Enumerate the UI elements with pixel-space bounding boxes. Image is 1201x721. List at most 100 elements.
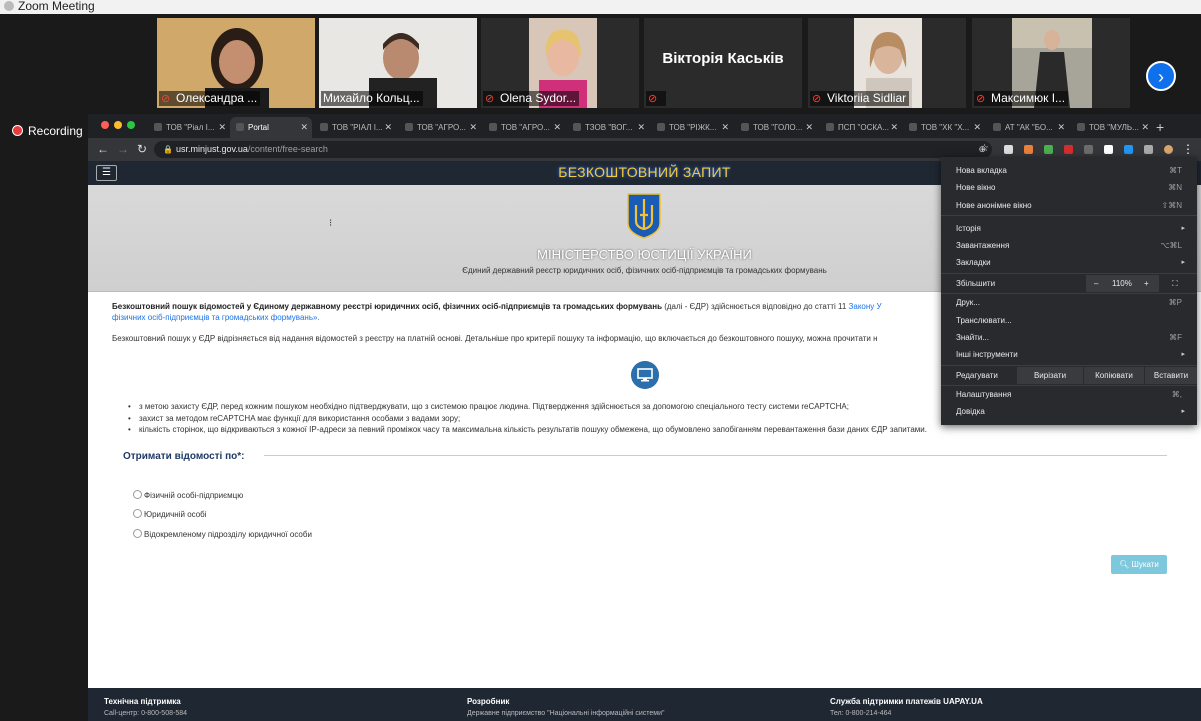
url-input[interactable]: 🔒 usr.minjust.gov.ua/content/free-search… xyxy=(154,141,992,158)
browser-tab[interactable]: ТОВ "ГОЛО... ✕ xyxy=(735,117,817,138)
info-paragraph: Безкоштовний пошук у ЄДР відрізняється в… xyxy=(112,334,878,343)
browser-tab[interactable]: ТЗОВ "ВОГ... ✕ xyxy=(567,117,649,138)
participant-tile[interactable]: ⊘ Viktoriia Sidliar xyxy=(808,18,966,108)
list-item: з метою захисту ЄДР, перед кожним пошуко… xyxy=(128,401,927,413)
mic-muted-icon: ⊘ xyxy=(812,93,822,105)
menu-settings[interactable]: Налаштування ⌘, xyxy=(941,386,1197,403)
close-tab-icon[interactable]: ✕ xyxy=(469,117,477,138)
close-tab-icon[interactable]: ✕ xyxy=(805,117,813,138)
zoom-title-text: Zoom Meeting xyxy=(18,0,95,13)
cut-button[interactable]: Вирізати xyxy=(1017,367,1083,384)
participant-name: Михайло Кольц... xyxy=(321,91,423,106)
lock-icon: 🔒 xyxy=(163,145,173,154)
participant-tile-no-video[interactable]: Вікторія Каськів ⊘ xyxy=(644,18,802,108)
mic-muted-icon: ⊘ xyxy=(648,93,658,105)
browser-tab[interactable]: ТОВ "АГРО... ✕ xyxy=(483,117,565,138)
extension-icon[interactable] xyxy=(1024,145,1033,154)
profile-avatar[interactable] xyxy=(1164,145,1173,154)
close-tab-icon[interactable]: ✕ xyxy=(384,117,392,138)
fullscreen-icon[interactable]: ⛶ xyxy=(1172,275,1178,292)
menu-print[interactable]: Друк... ⌘P xyxy=(941,294,1197,311)
browser-tab[interactable]: АТ "АК "БО... ✕ xyxy=(987,117,1069,138)
list-item: кількість сторінок, що відкриваються з к… xyxy=(128,424,927,436)
next-page-arrow-icon[interactable]: › xyxy=(1146,61,1176,91)
browser-tab[interactable]: ТОВ "РІЖК... ✕ xyxy=(651,117,733,138)
participant-tile[interactable]: ⊘ Олександра ... xyxy=(157,18,315,108)
close-tab-icon[interactable]: ✕ xyxy=(1057,117,1065,138)
zoom-in-button[interactable]: + xyxy=(1144,275,1149,292)
tab-active[interactable]: Portal ✕ xyxy=(230,117,312,138)
close-tab-icon[interactable]: ✕ xyxy=(300,117,308,138)
back-arrow-icon[interactable]: ← xyxy=(97,142,109,156)
menu-cast[interactable]: Транслювати... xyxy=(941,312,1197,329)
participant-name: ⊘ Viktoriia Sidliar xyxy=(810,91,910,106)
new-tab-plus-icon[interactable]: + xyxy=(1156,117,1164,137)
close-tab-icon[interactable]: ✕ xyxy=(721,117,729,138)
participant-tile[interactable]: ⊘ Максимюк І... xyxy=(972,18,1130,108)
participant-name: ⊘ Максимюк І... xyxy=(974,91,1069,106)
favicon-icon xyxy=(489,123,497,131)
favicon-icon xyxy=(405,123,413,131)
forward-arrow-icon[interactable]: → xyxy=(117,142,129,156)
menu-find[interactable]: Знайти... ⌘F xyxy=(941,329,1197,346)
close-tab-icon[interactable]: ✕ xyxy=(890,117,898,138)
browser-tab[interactable]: ТОВ "ХК "Х... ✕ xyxy=(903,117,985,138)
radio-separate-division[interactable]: Відокремленому підрозділу юридичної особ… xyxy=(133,529,312,539)
reload-icon[interactable]: ↻ xyxy=(137,142,147,156)
close-tab-icon[interactable]: ✕ xyxy=(218,117,226,138)
favicon-icon xyxy=(573,123,581,131)
law-link-continued[interactable]: фізичних осіб-підприємців та громадських… xyxy=(112,313,320,322)
participant-tile[interactable]: ⊘ Olena Sydor... xyxy=(481,18,639,108)
recording-dot-icon xyxy=(12,125,23,136)
favicon-icon xyxy=(741,123,749,131)
extension-icon[interactable] xyxy=(1004,145,1013,154)
close-tab-icon[interactable]: ✕ xyxy=(973,117,981,138)
paste-button[interactable]: Вставити xyxy=(1145,367,1197,384)
zoom-out-button[interactable]: – xyxy=(1094,275,1098,292)
menu-zoom-row: Збільшити – 110% + ⛶ xyxy=(941,275,1197,292)
radio-circle[interactable] xyxy=(133,490,142,499)
menu-downloads[interactable]: Завантаження ⌥⌘L xyxy=(941,237,1197,254)
extension-icon[interactable] xyxy=(1044,145,1053,154)
bookmark-star-icon[interactable]: ☆ xyxy=(980,142,989,156)
close-tab-icon[interactable]: ✕ xyxy=(553,117,561,138)
participant-tile-active[interactable]: Михайло Кольц... xyxy=(319,18,477,108)
copy-button[interactable]: Копіювати xyxy=(1084,367,1144,384)
extension-icon[interactable] xyxy=(1124,145,1133,154)
radio-legal-entity[interactable]: Юридичній особі xyxy=(133,509,207,519)
menu-new-tab[interactable]: Нова вкладка ⌘T xyxy=(941,162,1197,179)
radio-circle[interactable] xyxy=(133,509,142,518)
tab-label: ТЗОВ "ВОГ... xyxy=(585,123,633,132)
extension-icon[interactable] xyxy=(1104,145,1113,154)
tab-label: ТОВ "РІЖК... xyxy=(669,123,717,132)
menu-more-tools[interactable]: Інші інструменти ▸ xyxy=(941,346,1197,363)
browser-tab[interactable]: ТОВ "МУЛЬ... ✕ xyxy=(1071,117,1153,138)
radio-individual-entrepreneur[interactable]: Фізичній особі-підприємцю xyxy=(133,490,243,500)
maximize-window-icon[interactable] xyxy=(127,121,135,129)
extensions-puzzle-icon[interactable] xyxy=(1144,145,1153,154)
url-host: usr.minjust.gov.ua xyxy=(176,144,248,154)
favicon-icon xyxy=(993,123,1001,131)
browser-tab[interactable]: ПСП "ОСКА... ✕ xyxy=(820,117,902,138)
favicon-icon xyxy=(1077,123,1085,131)
close-tab-icon[interactable]: ✕ xyxy=(637,117,645,138)
browser-tab[interactable]: ТОВ "Ріал І... ✕ xyxy=(148,117,230,138)
more-menu-icon[interactable]: ⋮ xyxy=(1182,142,1194,156)
law-link[interactable]: Закону У xyxy=(849,302,882,311)
browser-tab[interactable]: ТОВ "РІАЛ І... ✕ xyxy=(314,117,396,138)
menu-new-incognito[interactable]: Нове анонімне вікно ⇧⌘N xyxy=(941,197,1197,214)
menu-bookmarks[interactable]: Закладки ▸ xyxy=(941,254,1197,271)
close-tab-icon[interactable]: ✕ xyxy=(1141,117,1149,138)
menu-history[interactable]: Історія ▸ xyxy=(941,220,1197,237)
extension-icon[interactable] xyxy=(1064,145,1073,154)
close-window-icon[interactable] xyxy=(101,121,109,129)
search-icon: 🔍︎ xyxy=(1119,560,1130,569)
extension-icon[interactable] xyxy=(1084,145,1093,154)
browser-tab[interactable]: ТОВ "АГРО... ✕ xyxy=(399,117,481,138)
radio-circle[interactable] xyxy=(133,529,142,538)
search-button[interactable]: 🔍︎ Шукати xyxy=(1111,555,1167,574)
menu-help[interactable]: Довідка ▸ xyxy=(941,403,1197,420)
menu-new-window[interactable]: Нове вікно ⌘N xyxy=(941,179,1197,196)
minimize-window-icon[interactable] xyxy=(114,121,122,129)
zoom-label: Збільшити xyxy=(956,279,996,288)
